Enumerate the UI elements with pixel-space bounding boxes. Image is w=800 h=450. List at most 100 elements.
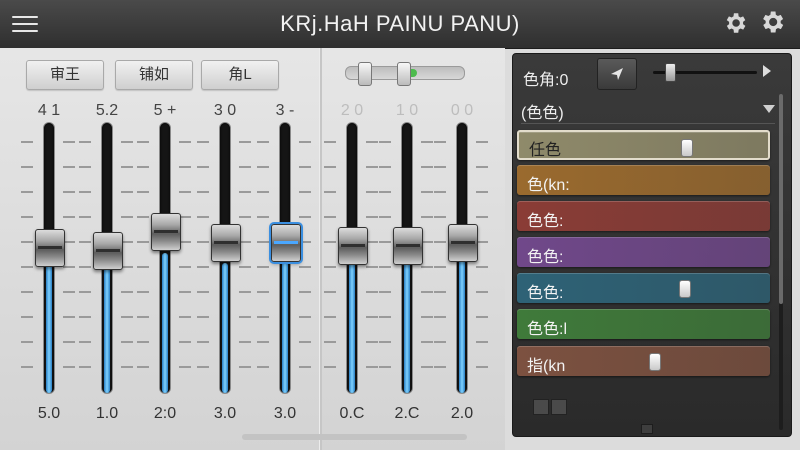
fader-tick bbox=[324, 291, 336, 293]
channel-fader[interactable] bbox=[19, 123, 79, 393]
fader-tick bbox=[179, 141, 191, 143]
fader-tick bbox=[379, 366, 391, 368]
color-swatch[interactable]: 色色: bbox=[517, 237, 770, 267]
channel-bottom-value: 3.0 bbox=[273, 405, 297, 422]
fader-knob[interactable] bbox=[338, 227, 368, 265]
fader-slot[interactable] bbox=[160, 123, 170, 393]
panel-slider-knob[interactable] bbox=[665, 63, 676, 82]
fader-tick bbox=[299, 291, 311, 293]
fader-tick bbox=[434, 241, 446, 243]
channel-bottom-value: 2.0 bbox=[450, 405, 474, 422]
small-square-button[interactable] bbox=[533, 399, 549, 415]
fader-tick bbox=[137, 166, 149, 168]
fader-knob[interactable] bbox=[93, 232, 123, 270]
fader-tick bbox=[137, 266, 149, 268]
channel-fader[interactable] bbox=[135, 123, 195, 393]
fader-level-fill bbox=[459, 258, 465, 393]
color-swatch-knob[interactable] bbox=[681, 139, 693, 157]
vertical-scrollbar[interactable] bbox=[779, 94, 783, 430]
fader-tick bbox=[21, 291, 33, 293]
fader-tick bbox=[121, 216, 133, 218]
mode-button-3[interactable]: 角L bbox=[201, 60, 279, 90]
balance-slider-left-knob[interactable] bbox=[358, 62, 372, 86]
pointer-tool-button[interactable] bbox=[597, 58, 637, 90]
fader-tick bbox=[239, 266, 251, 268]
gear-icon[interactable] bbox=[758, 8, 786, 36]
fader-tick bbox=[257, 166, 269, 168]
fader-tick bbox=[257, 341, 269, 343]
fader-tick bbox=[63, 216, 75, 218]
fader-knob[interactable] bbox=[151, 213, 181, 251]
channel-fader[interactable] bbox=[77, 123, 137, 393]
vertical-scrollbar-thumb[interactable] bbox=[779, 94, 783, 304]
mixer-panel: 审王 铺如 角L 4 1 5.0 5.2 1.0 5 + 2:0 3 0 3.0 3 - 3.0 2… bbox=[0, 48, 505, 450]
fader-tick bbox=[197, 291, 209, 293]
fader-tick bbox=[197, 191, 209, 193]
small-square-button[interactable] bbox=[551, 399, 567, 415]
channel-bottom-value: 5.0 bbox=[37, 405, 61, 422]
fader-tick bbox=[197, 341, 209, 343]
fader-tick bbox=[434, 191, 446, 193]
play-arrow-icon[interactable] bbox=[763, 65, 771, 77]
color-swatch[interactable]: 指(kn bbox=[517, 346, 770, 376]
fader-tick bbox=[137, 216, 149, 218]
fader-tick bbox=[197, 166, 209, 168]
fader-tick bbox=[79, 191, 91, 193]
fader-tick bbox=[137, 341, 149, 343]
horizontal-scrollbar[interactable] bbox=[242, 434, 467, 440]
channel-fader[interactable] bbox=[432, 123, 492, 393]
fader-tick bbox=[299, 191, 311, 193]
fader-knob[interactable] bbox=[393, 227, 423, 265]
balance-slider[interactable] bbox=[345, 62, 465, 86]
channel-fader[interactable] bbox=[255, 123, 315, 393]
color-swatch[interactable]: 色(kn: bbox=[517, 165, 770, 195]
fader-tick bbox=[434, 216, 446, 218]
fader-tick bbox=[324, 216, 336, 218]
fader-tick bbox=[137, 191, 149, 193]
fader-knob[interactable] bbox=[211, 224, 241, 262]
balance-slider-knob[interactable] bbox=[397, 62, 411, 86]
channel-top-value: 3 0 bbox=[213, 102, 237, 119]
color-swatch-knob[interactable] bbox=[649, 353, 661, 371]
chevron-down-icon bbox=[763, 105, 775, 113]
fader-tick bbox=[324, 266, 336, 268]
fader-tick bbox=[476, 341, 488, 343]
fader-tick bbox=[476, 166, 488, 168]
color-swatch[interactable]: 色色: bbox=[517, 273, 770, 303]
fader-tick bbox=[434, 316, 446, 318]
fader-tick bbox=[197, 266, 209, 268]
fader-level-fill bbox=[222, 263, 228, 393]
resize-handle[interactable] bbox=[641, 424, 653, 434]
color-swatch-label: 色色: bbox=[527, 285, 564, 302]
fader-tick bbox=[257, 241, 269, 243]
channel-fader[interactable] bbox=[377, 123, 437, 393]
fader-tick bbox=[137, 141, 149, 143]
fader-tick bbox=[299, 341, 311, 343]
fader-tick bbox=[63, 166, 75, 168]
fader-tick bbox=[434, 166, 446, 168]
channel-fader[interactable] bbox=[322, 123, 382, 393]
fader-tick bbox=[476, 316, 488, 318]
color-swatch-knob[interactable] bbox=[679, 280, 691, 298]
fader-knob[interactable] bbox=[35, 229, 65, 267]
fader-tick bbox=[197, 316, 209, 318]
palette-dropdown[interactable]: (色色) bbox=[521, 95, 775, 124]
mode-button-2[interactable]: 铺如 bbox=[115, 60, 193, 90]
color-swatch[interactable]: 色色: bbox=[517, 201, 770, 231]
color-swatch[interactable]: 色色:l bbox=[517, 309, 770, 339]
fader-tick bbox=[299, 266, 311, 268]
gear-icon[interactable] bbox=[722, 10, 748, 36]
fader-tick bbox=[434, 341, 446, 343]
mode-button-1[interactable]: 审王 bbox=[26, 60, 104, 90]
fader-tick bbox=[299, 366, 311, 368]
channel-bottom-value: 2.C bbox=[394, 405, 420, 422]
fader-tick bbox=[63, 291, 75, 293]
fader-knob[interactable] bbox=[271, 224, 301, 262]
fader-tick bbox=[476, 291, 488, 293]
channel-fader[interactable] bbox=[195, 123, 255, 393]
fader-tick bbox=[257, 316, 269, 318]
fader-knob[interactable] bbox=[448, 224, 478, 262]
color-swatch[interactable]: 任色 bbox=[517, 130, 770, 160]
fader-tick bbox=[63, 191, 75, 193]
fader-tick bbox=[434, 141, 446, 143]
